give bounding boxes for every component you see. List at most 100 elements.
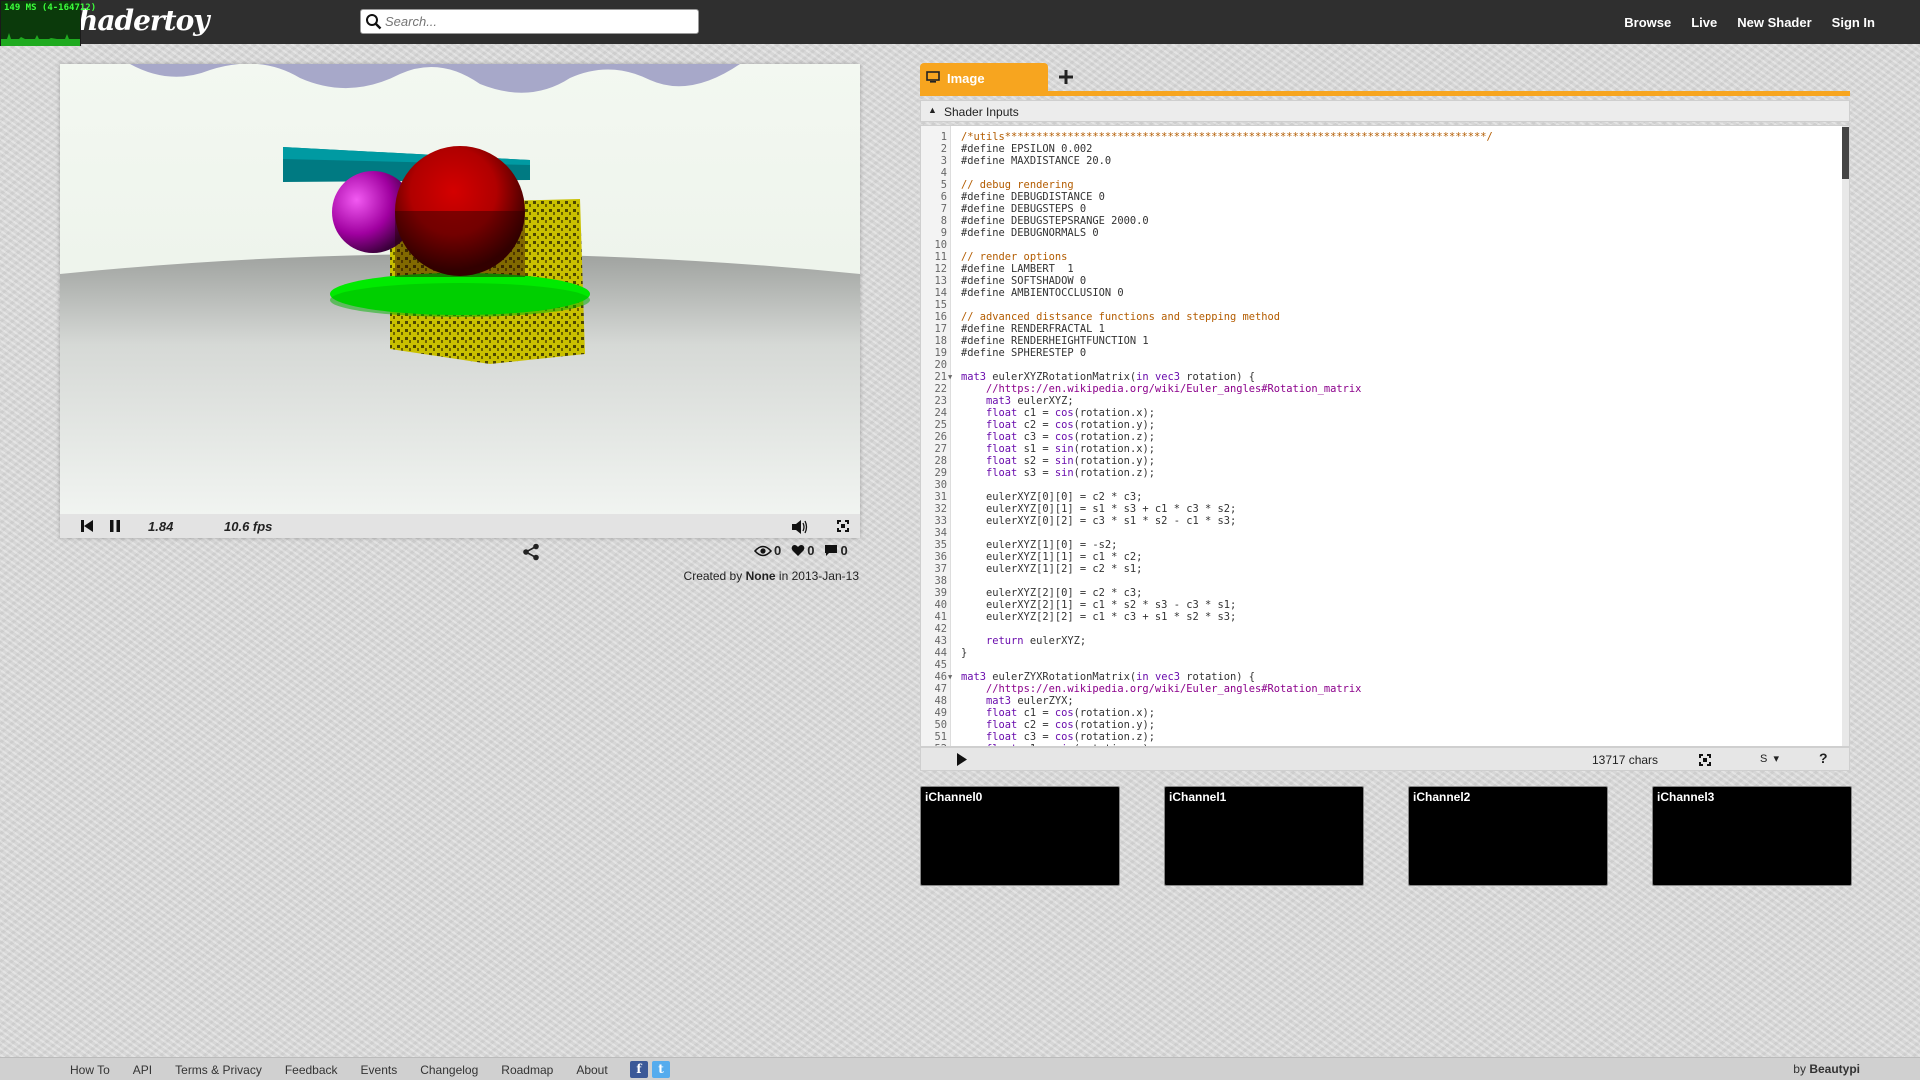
code-line[interactable]: 38 bbox=[921, 575, 1841, 587]
code-line[interactable]: 51 float c3 = cos(rotation.z); bbox=[921, 731, 1841, 743]
rewind-icon[interactable] bbox=[80, 519, 94, 533]
footer-link-api[interactable]: API bbox=[133, 1063, 152, 1077]
fold-arrow-icon[interactable]: ▼ bbox=[948, 671, 952, 683]
footer-link-how-to[interactable]: How To bbox=[70, 1063, 110, 1077]
code-line[interactable]: 33 eulerXYZ[0][2] = c3 * s1 * s2 - c1 * … bbox=[921, 515, 1841, 527]
code-line[interactable]: 5 // debug rendering bbox=[921, 179, 1841, 191]
tab-image[interactable]: Image bbox=[920, 63, 1048, 93]
nav-new-shader[interactable]: New Shader bbox=[1737, 15, 1811, 30]
code-line[interactable]: 47 //https://en.wikipedia.org/wiki/Euler… bbox=[921, 683, 1841, 695]
fold-arrow-icon[interactable]: ▼ bbox=[948, 371, 952, 383]
code-line[interactable]: 36 eulerXYZ[1][1] = c1 * c2; bbox=[921, 551, 1841, 563]
code-line[interactable]: 32 eulerXYZ[0][1] = s1 * s3 + c1 * c3 * … bbox=[921, 503, 1841, 515]
code-line[interactable]: 9 #define DEBUGNORMALS 0 bbox=[921, 227, 1841, 239]
created-date: 2013-Jan-13 bbox=[791, 569, 859, 583]
code-line[interactable]: 40 eulerXYZ[2][1] = c1 * s2 * s3 - c3 * … bbox=[921, 599, 1841, 611]
footer-link-events[interactable]: Events bbox=[361, 1063, 398, 1077]
footer-link-about[interactable]: About bbox=[576, 1063, 607, 1077]
code-line[interactable]: 20 bbox=[921, 359, 1841, 371]
code-line[interactable]: 50 float c2 = cos(rotation.y); bbox=[921, 719, 1841, 731]
add-tab-button[interactable] bbox=[1059, 64, 1073, 90]
search-box[interactable] bbox=[360, 9, 699, 34]
nav-sign-in[interactable]: Sign In bbox=[1832, 15, 1875, 30]
font-size-select[interactable]: S ▾ bbox=[1760, 752, 1779, 765]
line-number: 51 bbox=[934, 731, 947, 743]
code-line[interactable]: 16 // advanced distsance functions and st… bbox=[921, 311, 1841, 323]
code-line[interactable]: 31 eulerXYZ[0][0] = c2 * c3; bbox=[921, 491, 1841, 503]
code-line[interactable]: 13 #define SOFTSHADOW 0 bbox=[921, 275, 1841, 287]
code-line[interactable]: 29 float s3 = sin(rotation.z); bbox=[921, 467, 1841, 479]
code-line[interactable]: 24 float c1 = cos(rotation.x); bbox=[921, 407, 1841, 419]
code-line[interactable]: 44} bbox=[921, 647, 1841, 659]
code-line[interactable]: 19 #define SPHERESTEP 0 bbox=[921, 347, 1841, 359]
fullscreen-icon[interactable] bbox=[836, 519, 850, 533]
code-line[interactable]: 42 bbox=[921, 623, 1841, 635]
code-line[interactable]: 48 mat3 eulerZYX; bbox=[921, 695, 1841, 707]
code-line[interactable]: 2 #define EPSILON 0.002 bbox=[921, 143, 1841, 155]
search-input[interactable] bbox=[385, 12, 690, 31]
code-line[interactable]: 25 float c2 = cos(rotation.y); bbox=[921, 419, 1841, 431]
help-button[interactable]: ? bbox=[1819, 750, 1828, 766]
code-line[interactable]: 23 mat3 eulerXYZ; bbox=[921, 395, 1841, 407]
code-editor[interactable]: 1 /*utils********************************… bbox=[920, 125, 1850, 747]
code-line[interactable]: 41 eulerXYZ[2][2] = c1 * c3 + s1 * s2 * … bbox=[921, 611, 1841, 623]
shader-canvas[interactable] bbox=[60, 64, 860, 514]
code-line[interactable]: 28 float s2 = sin(rotation.y); bbox=[921, 455, 1841, 467]
channel-0[interactable]: iChannel0 bbox=[920, 786, 1120, 886]
likes-stat[interactable]: 0 bbox=[791, 543, 814, 558]
expand-icon[interactable] bbox=[1698, 753, 1712, 767]
code-line[interactable]: 6 #define DEBUGDISTANCE 0 bbox=[921, 191, 1841, 203]
channel-1[interactable]: iChannel1 bbox=[1164, 786, 1364, 886]
code-line[interactable]: 34 bbox=[921, 527, 1841, 539]
code-line[interactable]: 15 bbox=[921, 299, 1841, 311]
code-line[interactable]: 37 eulerXYZ[1][2] = c2 * s1; bbox=[921, 563, 1841, 575]
footer-link-feedback[interactable]: Feedback bbox=[285, 1063, 338, 1077]
footer-link-changelog[interactable]: Changelog bbox=[420, 1063, 478, 1077]
code-line[interactable]: 14 #define AMBIENTOCCLUSION 0 bbox=[921, 287, 1841, 299]
channel-2[interactable]: iChannel2 bbox=[1408, 786, 1608, 886]
channel-3[interactable]: iChannel3 bbox=[1652, 786, 1852, 886]
code-line[interactable]: 43 return eulerXYZ; bbox=[921, 635, 1841, 647]
code-line[interactable]: 21 ▼ mat3 eulerXYZRotationMatrix(in vec3 r… bbox=[921, 371, 1841, 383]
nav-live[interactable]: Live bbox=[1691, 15, 1717, 30]
author-link[interactable]: None bbox=[746, 569, 776, 583]
code-line[interactable]: 4 bbox=[921, 167, 1841, 179]
shader-inputs-toggle[interactable]: ▲ Shader Inputs bbox=[920, 100, 1850, 122]
code-line[interactable]: 18 #define RENDERHEIGHTFUNCTION 1 bbox=[921, 335, 1841, 347]
code-line[interactable]: 39 eulerXYZ[2][0] = c2 * c3; bbox=[921, 587, 1841, 599]
code-line[interactable]: 49 float c1 = cos(rotation.x); bbox=[921, 707, 1841, 719]
code-line[interactable]: 17 #define RENDERFRACTAL 1 bbox=[921, 323, 1841, 335]
code-line[interactable]: 35 eulerXYZ[1][0] = -s2; bbox=[921, 539, 1841, 551]
code-line[interactable]: 46 ▼ mat3 eulerZYXRotationMatrix(in vec3 r… bbox=[921, 671, 1841, 683]
play-icon[interactable] bbox=[956, 752, 968, 767]
editor-scrollbar[interactable] bbox=[1842, 126, 1849, 746]
code-line[interactable]: 11 // render options bbox=[921, 251, 1841, 263]
twitter-icon[interactable]: t bbox=[652, 1061, 670, 1078]
shadertoy-logo[interactable]: hadertoy bbox=[78, 4, 210, 37]
code-line[interactable]: 26 float c3 = cos(rotation.z); bbox=[921, 431, 1841, 443]
line-number: 47 bbox=[934, 683, 947, 695]
beautypi-link[interactable]: Beautypi bbox=[1809, 1062, 1860, 1076]
code-line[interactable]: 1 /*utils********************************… bbox=[921, 131, 1841, 143]
code-line[interactable]: 30 bbox=[921, 479, 1841, 491]
code-line[interactable]: 8 #define DEBUGSTEPSRANGE 2000.0 bbox=[921, 215, 1841, 227]
code-text: mat3 eulerXYZRotationMatrix(in vec3 rota… bbox=[961, 371, 1256, 383]
code-line[interactable]: 7 #define DEBUGSTEPS 0 bbox=[921, 203, 1841, 215]
code-line[interactable]: 22 //https://en.wikipedia.org/wiki/Euler… bbox=[921, 383, 1841, 395]
footer-link-roadmap[interactable]: Roadmap bbox=[501, 1063, 553, 1077]
line-number: 1 bbox=[940, 131, 947, 143]
code-line[interactable]: 45 bbox=[921, 659, 1841, 671]
pause-icon[interactable] bbox=[108, 519, 122, 533]
code-lines[interactable]: 1 /*utils********************************… bbox=[921, 131, 1841, 746]
code-line[interactable]: 27 float s1 = sin(rotation.x); bbox=[921, 443, 1841, 455]
editor-scrollbar-thumb[interactable] bbox=[1842, 127, 1849, 179]
code-line[interactable]: 10 bbox=[921, 239, 1841, 251]
code-text: //https://en.wikipedia.org/wiki/Euler_an… bbox=[986, 683, 1362, 695]
nav-browse[interactable]: Browse bbox=[1624, 15, 1671, 30]
share-icon[interactable] bbox=[522, 543, 540, 561]
code-line[interactable]: 3 #define MAXDISTANCE 20.0 bbox=[921, 155, 1841, 167]
footer-link-terms[interactable]: Terms & Privacy bbox=[175, 1063, 262, 1077]
code-line[interactable]: 12 #define LAMBERT 1 bbox=[921, 263, 1841, 275]
volume-icon[interactable] bbox=[791, 519, 809, 535]
facebook-icon[interactable]: f bbox=[630, 1061, 648, 1078]
